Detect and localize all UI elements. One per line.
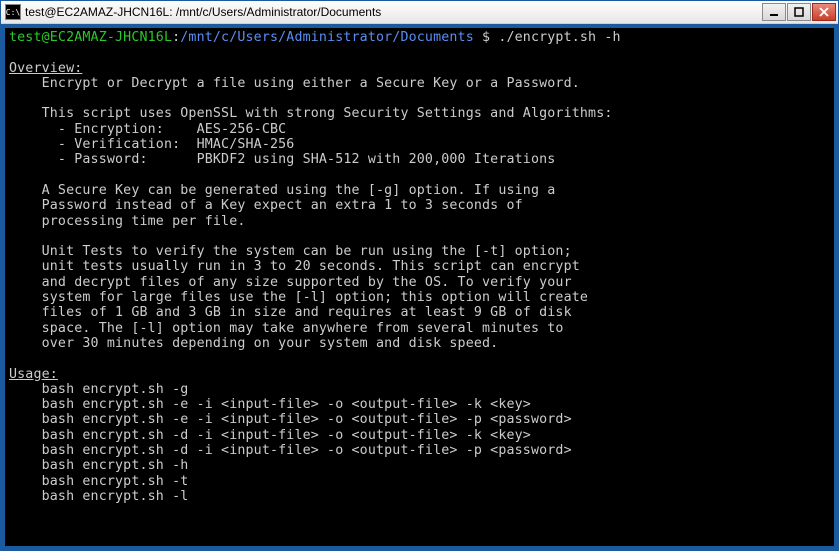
output-line: space. The [-l] option may take anywhere… — [9, 321, 564, 336]
usage-heading: Usage: — [9, 367, 58, 382]
prompt-user-host: test@EC2AMAZ-JHCN16L — [9, 30, 172, 45]
output-line: bash encrypt.sh -d -i <input-file> -o <o… — [9, 428, 531, 443]
app-icon-text: C:\ — [6, 8, 20, 17]
window-title: test@EC2AMAZ-JHCN16L: /mnt/c/Users/Admin… — [25, 5, 762, 19]
command-text: ./encrypt.sh -h — [498, 30, 620, 45]
prompt-sigil: $ — [474, 30, 498, 45]
output-line: bash encrypt.sh -d -i <input-file> -o <o… — [9, 443, 572, 458]
output-line: Encrypt or Decrypt a file using either a… — [9, 76, 580, 91]
output-line: - Encryption: AES-256-CBC — [9, 122, 286, 137]
output-line: system for large files use the [-l] opti… — [9, 290, 588, 305]
output-line: - Password: PBKDF2 using SHA-512 with 20… — [9, 152, 555, 167]
terminal-frame: test@EC2AMAZ-JHCN16L:/mnt/c/Users/Admini… — [1, 24, 838, 550]
output-line: unit tests usually run in 3 to 20 second… — [9, 259, 580, 274]
window-frame: C:\ test@EC2AMAZ-JHCN16L: /mnt/c/Users/A… — [0, 0, 839, 551]
close-icon — [819, 7, 829, 17]
output-line: bash encrypt.sh -t — [9, 474, 188, 489]
minimize-icon — [769, 7, 779, 17]
output-line: - Verification: HMAC/SHA-256 — [9, 137, 294, 152]
minimize-button[interactable] — [762, 3, 786, 21]
app-icon: C:\ — [5, 4, 21, 20]
window-controls — [762, 3, 836, 21]
maximize-icon — [794, 7, 804, 17]
output-line: bash encrypt.sh -e -i <input-file> -o <o… — [9, 412, 572, 427]
output-line: bash encrypt.sh -e -i <input-file> -o <o… — [9, 397, 531, 412]
output-line: files of 1 GB and 3 GB in size and requi… — [9, 305, 572, 320]
output-line: A Secure Key can be generated using the … — [9, 183, 555, 198]
output-line: and decrypt files of any size supported … — [9, 275, 572, 290]
close-button[interactable] — [812, 3, 836, 21]
output-line: bash encrypt.sh -g — [9, 382, 188, 397]
output-line: bash encrypt.sh -h — [9, 458, 188, 473]
titlebar[interactable]: C:\ test@EC2AMAZ-JHCN16L: /mnt/c/Users/A… — [1, 1, 838, 24]
output-line: Unit Tests to verify the system can be r… — [9, 244, 572, 259]
output-line: Password instead of a Key expect an extr… — [9, 198, 523, 213]
overview-heading: Overview: — [9, 61, 82, 76]
output-line: bash encrypt.sh -l — [9, 489, 188, 504]
terminal[interactable]: test@EC2AMAZ-JHCN16L:/mnt/c/Users/Admini… — [5, 28, 834, 546]
output-line: over 30 minutes depending on your system… — [9, 336, 498, 351]
prompt-path: /mnt/c/Users/Administrator/Documents — [180, 30, 474, 45]
output-line: processing time per file. — [9, 214, 246, 229]
output-line: This script uses OpenSSL with strong Sec… — [9, 106, 613, 121]
maximize-button[interactable] — [787, 3, 811, 21]
